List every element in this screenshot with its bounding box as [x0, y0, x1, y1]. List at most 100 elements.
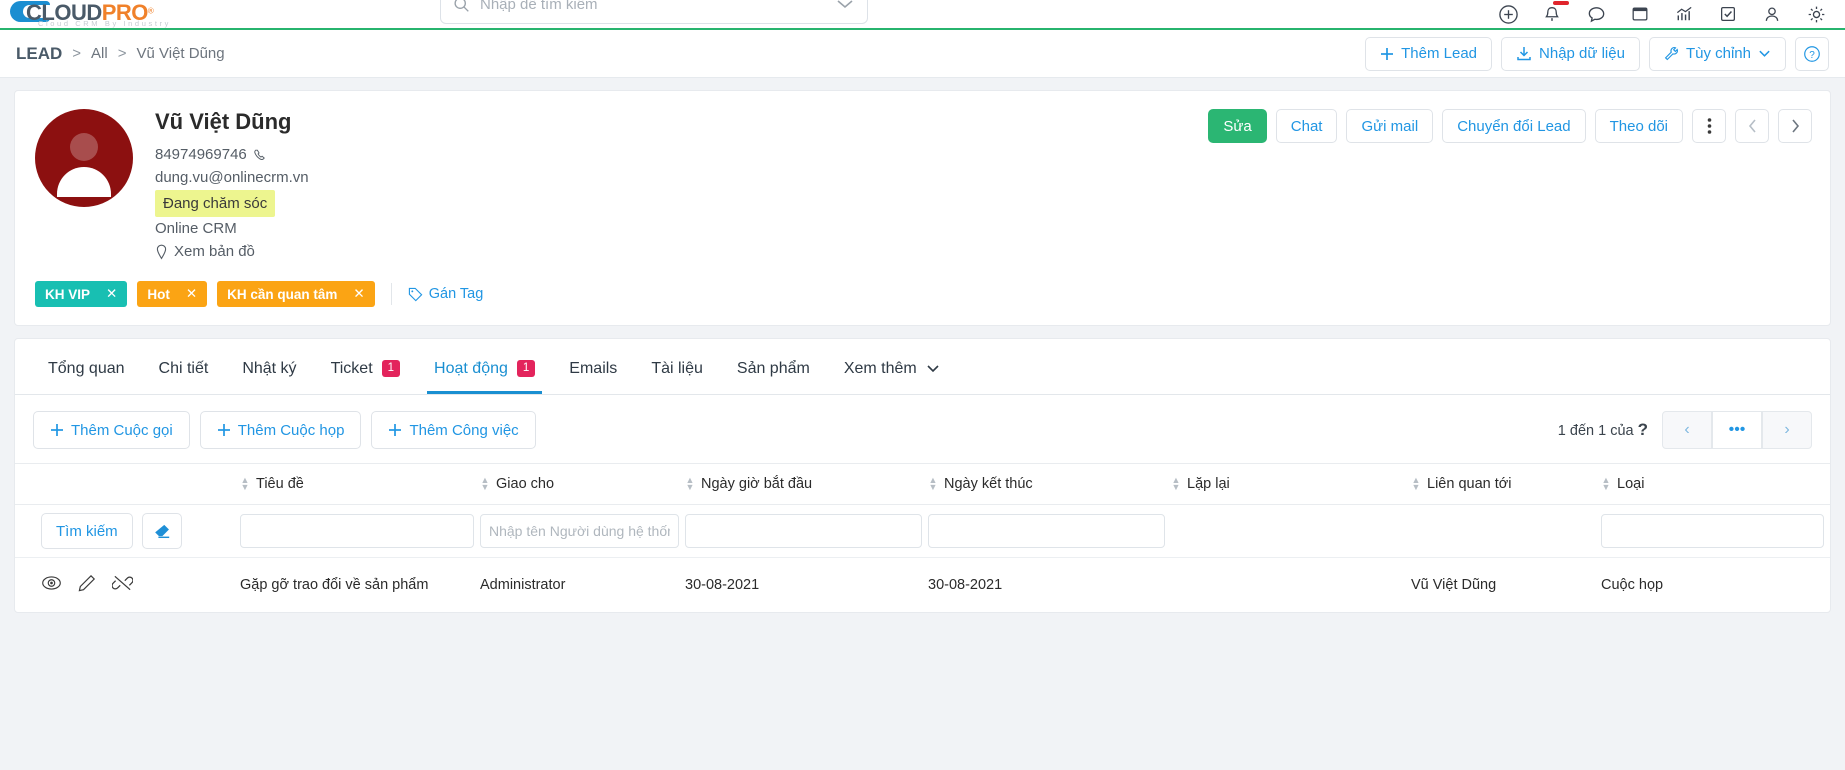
edit-button[interactable]: Sửa [1208, 109, 1267, 143]
row-actions-cell [15, 557, 240, 612]
add-call-button[interactable]: Thêm Cuộc gọi [33, 411, 190, 450]
view-map-link[interactable]: Xem bản đồ [174, 240, 255, 263]
sort-icon[interactable]: ▲ ▼ [928, 476, 938, 492]
pagination-prev-button[interactable]: ‹ [1662, 411, 1712, 450]
breadcrumb-item-all[interactable]: All [91, 45, 108, 62]
chat-button[interactable]: Chat [1275, 109, 1338, 143]
import-data-button[interactable]: Nhập dữ liệu [1501, 36, 1640, 71]
checkbox-task-icon[interactable] [1717, 3, 1739, 25]
tag-chip[interactable]: KH cần quan tâm ✕ [217, 281, 375, 308]
filter-start-input[interactable] [685, 514, 922, 549]
column-header-assigned[interactable]: ▲ ▼ Giao cho [480, 463, 685, 506]
add-lead-button[interactable]: Thêm Lead [1365, 36, 1493, 71]
sort-icon[interactable]: ▲ ▼ [1411, 476, 1421, 492]
add-task-button[interactable]: Thêm Công việc [371, 411, 536, 450]
tag-chip[interactable]: KH VIP ✕ [35, 281, 128, 308]
tab-xem-them[interactable]: Xem thêm [827, 339, 957, 394]
column-header-start[interactable]: ▲ ▼ Ngày giờ bắt đầu [685, 463, 928, 506]
add-circle-icon[interactable] [1497, 3, 1519, 25]
filter-end-input[interactable] [928, 514, 1165, 549]
add-meeting-button[interactable]: Thêm Cuộc họp [199, 411, 362, 450]
more-options-button[interactable] [1692, 109, 1726, 143]
remove-tag-icon[interactable]: ✕ [353, 286, 364, 302]
tag-icon [408, 287, 423, 302]
pagination-more-button[interactable]: ••• [1712, 411, 1762, 450]
tab-ticket[interactable]: Ticket 1 [314, 339, 417, 394]
filter-assigned-input[interactable] [480, 514, 679, 549]
breadcrumb-root[interactable]: LEAD [16, 44, 62, 64]
column-header-related[interactable]: ▲ ▼ Liên quan tới [1411, 463, 1601, 506]
download-icon [1517, 47, 1531, 61]
chevron-left-icon: ‹ [1684, 421, 1690, 439]
tab-label: Hoạt động [434, 359, 508, 377]
analytics-chart-icon[interactable] [1673, 3, 1695, 25]
previous-record-button[interactable] [1735, 109, 1769, 143]
cell-assigned: Administrator [480, 557, 685, 612]
phone-icon[interactable] [253, 148, 267, 162]
table-header: ▲ ▼ Tiêu đề ▲ ▼ Giao cho ▲ ▼ Ngày giờ bắt đầu … [15, 463, 1830, 506]
avatar-body [57, 167, 111, 197]
app-logo[interactable]: CLOUDPRO® Cloud CRM By Industry [10, 0, 168, 29]
avatar-head [70, 133, 98, 161]
send-mail-button[interactable]: Gửi mail [1346, 109, 1434, 143]
tab-label: Ticket [330, 359, 373, 377]
column-label: Ngày giờ bắt đầu [701, 476, 813, 493]
tab-emails[interactable]: Emails [552, 339, 634, 394]
column-header-end[interactable]: ▲ ▼ Ngày kết thúc [928, 463, 1171, 506]
convert-lead-button-label: Chuyển đổi Lead [1457, 117, 1571, 135]
notification-bell-icon[interactable] [1541, 1, 1569, 25]
filter-type-input[interactable] [1601, 514, 1824, 549]
user-account-icon[interactable] [1761, 3, 1783, 25]
send-mail-button-label: Gửi mail [1361, 117, 1419, 135]
sort-icon[interactable]: ▲ ▼ [685, 476, 695, 492]
tab-label: Tổng quan [48, 359, 125, 377]
convert-lead-button[interactable]: Chuyển đổi Lead [1442, 109, 1586, 143]
edit-button-label: Sửa [1223, 117, 1252, 135]
remove-tag-icon[interactable]: ✕ [106, 286, 117, 302]
column-header-type[interactable]: ▲ ▼ Loại [1601, 463, 1830, 506]
view-icon[interactable] [41, 575, 62, 595]
edit-icon[interactable] [78, 574, 96, 596]
sort-icon[interactable]: ▲ ▼ [480, 476, 490, 492]
help-button[interactable]: ? [1795, 36, 1829, 71]
tab-chi-tiet[interactable]: Chi tiết [142, 339, 226, 394]
profile-email[interactable]: dung.vu@onlinecrm.vn [155, 166, 309, 189]
window-icon[interactable] [1629, 3, 1651, 25]
column-header-title[interactable]: ▲ ▼ Tiêu đề [240, 463, 480, 506]
table-row[interactable]: Gặp gỡ trao đổi về sản phẩm Administrato… [15, 557, 1830, 612]
chat-bubble-icon[interactable] [1585, 3, 1607, 25]
profile-map-row[interactable]: Xem bản đồ [155, 240, 309, 263]
chat-button-label: Chat [1290, 117, 1323, 135]
sort-icon[interactable]: ▲ ▼ [1601, 476, 1611, 492]
tag-divider [390, 283, 392, 306]
customize-label: Tùy chỉnh [1685, 45, 1751, 62]
next-record-button[interactable] [1778, 109, 1812, 143]
tab-tong-quan[interactable]: Tổng quan [31, 339, 142, 394]
unlink-icon[interactable] [111, 574, 134, 596]
customize-button[interactable]: Tùy chỉnh [1648, 36, 1786, 71]
clear-filters-button[interactable] [141, 513, 182, 550]
tab-hoat-dong[interactable]: Hoạt động 1 [417, 339, 552, 395]
profile-section: Vũ Việt Dũng 84974969746 dung.vu@onlinec… [15, 91, 1830, 263]
global-search-box[interactable]: Nhập để tìm kiếm [440, 0, 868, 24]
tag-chip[interactable]: Hot ✕ [137, 281, 208, 308]
pagination-next-button[interactable]: › [1762, 411, 1812, 450]
tab-nhat-ky[interactable]: Nhật ký [225, 339, 313, 394]
assign-tag-button[interactable]: Gán Tag [408, 286, 483, 302]
search-button[interactable]: Tìm kiếm [41, 513, 133, 550]
filter-repeat-cell [1171, 505, 1411, 558]
logo-text-pro: PRO [101, 0, 149, 25]
tab-tai-lieu[interactable]: Tài liệu [634, 339, 720, 394]
add-task-label: Thêm Công việc [409, 421, 519, 439]
follow-button[interactable]: Theo dõi [1594, 109, 1683, 143]
filter-assigned-cell [480, 505, 685, 558]
chevron-down-icon[interactable] [835, 0, 855, 10]
filter-title-input[interactable] [240, 514, 474, 549]
sort-icon[interactable]: ▲ ▼ [240, 476, 250, 492]
tab-san-pham[interactable]: Sản phẩm [720, 339, 827, 394]
sort-icon[interactable]: ▲ ▼ [1171, 476, 1181, 492]
tab-label: Chi tiết [158, 359, 209, 377]
column-header-repeat[interactable]: ▲ ▼ Lặp lại [1171, 463, 1411, 506]
remove-tag-icon[interactable]: ✕ [186, 286, 197, 302]
settings-gear-icon[interactable] [1805, 3, 1827, 25]
